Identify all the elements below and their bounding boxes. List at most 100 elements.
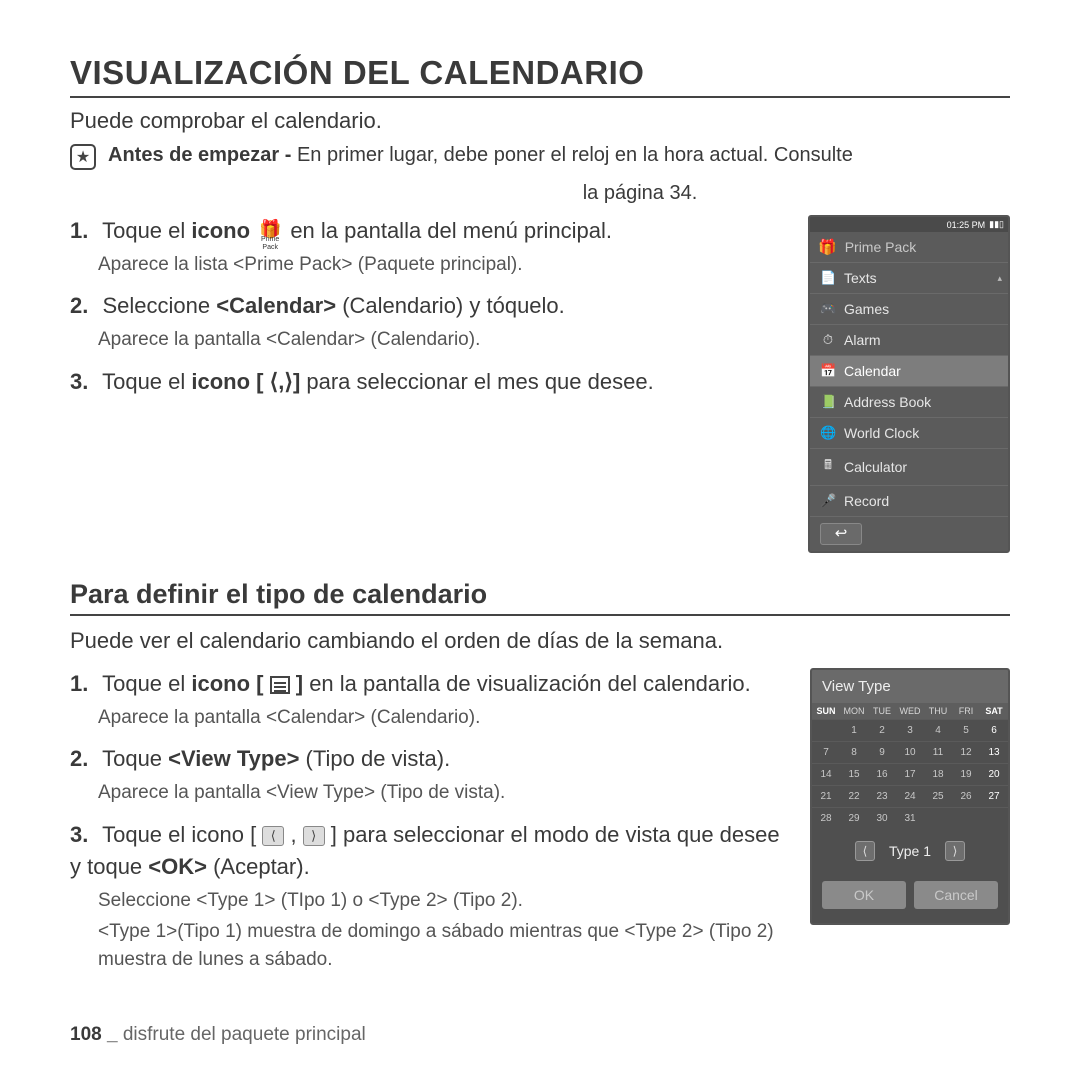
calendar-cell: 31 — [896, 807, 924, 829]
page-footer: 108 _ disfrute del paquete principal — [70, 1024, 366, 1046]
calendar-cell: 25 — [924, 785, 952, 807]
calendar-grid: 1234567891011121314151617181920212223242… — [812, 719, 1008, 829]
intro-text: Puede comprobar el calendario. — [70, 108, 1010, 134]
device-view-type: View Type SUNMONTUEWEDTHUFRISAT 12345678… — [810, 668, 1010, 925]
device2-header: View Type — [812, 670, 1008, 703]
calendar-cell: 8 — [840, 741, 868, 763]
calendar-cell: 11 — [924, 741, 952, 763]
subsection-intro: Puede ver el calendario cambiando el ord… — [70, 628, 1010, 654]
calendar-cell: 7 — [812, 741, 840, 763]
type-next-button[interactable]: ⟩ — [945, 841, 965, 861]
calendar-cell: 27 — [980, 785, 1008, 807]
step-3: Toque el icono [ ⟨,⟩] para seleccionar e… — [70, 366, 790, 398]
note-page-ref: la página 34. — [270, 182, 1010, 205]
s2-step-3: Toque el icono [ ⟨ , ⟩ ] para selecciona… — [70, 819, 792, 973]
calendar-day-header: SUNMONTUEWEDTHUFRISAT — [812, 703, 1008, 719]
calendar-cell: 13 — [980, 741, 1008, 763]
calendar-cell: 28 — [812, 807, 840, 829]
item-icon: 🎤 — [820, 493, 836, 509]
type-prev-button[interactable]: ⟨ — [855, 841, 875, 861]
arrow-right-icon: ⟩ — [303, 826, 325, 846]
calendar-cell — [980, 807, 1008, 829]
ok-button[interactable]: OK — [822, 881, 906, 909]
day-header: TUE — [868, 706, 896, 716]
item-icon: 📅 — [820, 363, 836, 379]
note-text: Antes de empezar - En primer lugar, debe… — [108, 142, 853, 169]
step-2: Seleccione <Calendar> (Calendario) y tóq… — [70, 290, 790, 353]
step-1-sub: Aparece la lista <Prime Pack> (Paquete p… — [98, 251, 790, 279]
device-item-address-book[interactable]: 📗Address Book — [810, 386, 1008, 417]
s2-step-2: Toque <View Type> (Tipo de vista). Apare… — [70, 743, 792, 806]
item-icon: 🖩 — [820, 456, 836, 478]
chevron-right-icon: ⟩ — [284, 369, 293, 394]
item-icon: 📄 — [820, 270, 836, 286]
device-item-alarm[interactable]: ⏱Alarm — [810, 324, 1008, 355]
device-item-calendar[interactable]: 📅Calendar — [810, 355, 1008, 386]
calendar-cell: 2 — [868, 719, 896, 741]
device-item-record[interactable]: 🎤Record — [810, 485, 1008, 516]
subsection-title: Para deﬁnir el tipo de calendario — [70, 579, 1010, 616]
device-item-calculator[interactable]: 🖩Calculator — [810, 448, 1008, 485]
note-block: ★ Antes de empezar - En primer lugar, de… — [70, 142, 1010, 170]
s2-step-1-sub: Aparece la pantalla <Calendar> (Calendar… — [98, 704, 792, 732]
device-menu-list: 📄Texts▴🎮Games⏱Alarm📅Calendar📗Address Boo… — [810, 262, 1008, 516]
day-header: THU — [924, 706, 952, 716]
item-icon: 🌐 — [820, 425, 836, 441]
calendar-cell: 26 — [952, 785, 980, 807]
calendar-cell — [812, 719, 840, 741]
s2-step-2-sub: Aparece la pantalla <View Type> (Tipo de… — [98, 779, 792, 807]
device-header: 🎁 Prime Pack — [810, 232, 1008, 262]
calendar-cell: 17 — [896, 763, 924, 785]
s2-step-3-sub2: <Type 1>(Tipo 1) muestra de domingo a sá… — [98, 918, 792, 973]
calendar-cell: 6 — [980, 719, 1008, 741]
calendar-cell: 16 — [868, 763, 896, 785]
device-item-games[interactable]: 🎮Games — [810, 293, 1008, 324]
day-header: WED — [896, 706, 924, 716]
item-icon: 🎮 — [820, 301, 836, 317]
arrow-left-icon: ⟨ — [262, 826, 284, 846]
day-header: SAT — [980, 706, 1008, 716]
calendar-cell: 15 — [840, 763, 868, 785]
page-title: VISUALIZACIÓN DEL CALENDARIO — [70, 54, 1010, 98]
calendar-cell: 30 — [868, 807, 896, 829]
day-header: FRI — [952, 706, 980, 716]
calendar-cell: 10 — [896, 741, 924, 763]
item-icon: 📗 — [820, 394, 836, 410]
star-icon: ★ — [70, 144, 96, 170]
type-selector-row: ⟨ Type 1 ⟩ — [812, 829, 1008, 873]
prime-pack-icon: 🎁Prime Pack — [259, 222, 281, 242]
step-1: Toque el icono 🎁Prime Pack en la pantall… — [70, 215, 790, 278]
calendar-cell: 20 — [980, 763, 1008, 785]
s2-step-3-sub1: Seleccione <Type 1> (TIpo 1) o <Type 2> … — [98, 887, 792, 915]
calendar-cell: 29 — [840, 807, 868, 829]
calendar-cell: 14 — [812, 763, 840, 785]
calendar-cell: 19 — [952, 763, 980, 785]
device-back-row: ↩ — [810, 516, 1008, 551]
calendar-cell: 18 — [924, 763, 952, 785]
cancel-button[interactable]: Cancel — [914, 881, 998, 909]
chevron-left-icon: ⟨ — [270, 369, 279, 394]
calendar-cell: 4 — [924, 719, 952, 741]
device-item-texts[interactable]: 📄Texts▴ — [810, 262, 1008, 293]
calendar-cell: 1 — [840, 719, 868, 741]
calendar-cell: 21 — [812, 785, 840, 807]
calendar-cell: 5 — [952, 719, 980, 741]
s2-step-1: Toque el icono [ ] en la pantalla de vis… — [70, 668, 792, 731]
device-item-world-clock[interactable]: 🌐World Clock — [810, 417, 1008, 448]
step-2-sub: Aparece la pantalla <Calendar> (Calendar… — [98, 326, 790, 354]
calendar-cell — [952, 807, 980, 829]
day-header: MON — [840, 706, 868, 716]
menu-icon — [270, 676, 290, 694]
calendar-cell: 22 — [840, 785, 868, 807]
item-icon: ⏱ — [820, 332, 836, 348]
scroll-up-icon: ▴ — [997, 273, 1002, 284]
back-button[interactable]: ↩ — [820, 523, 862, 545]
calendar-cell — [924, 807, 952, 829]
calendar-cell: 23 — [868, 785, 896, 807]
type-label: Type 1 — [889, 843, 931, 859]
calendar-cell: 3 — [896, 719, 924, 741]
gift-icon: 🎁 — [818, 238, 837, 256]
steps-list-2: Toque el icono [ ] en la pantalla de vis… — [70, 668, 792, 973]
device-status-bar: 01:25 PM▮▮▯ — [810, 217, 1008, 232]
calendar-cell: 9 — [868, 741, 896, 763]
